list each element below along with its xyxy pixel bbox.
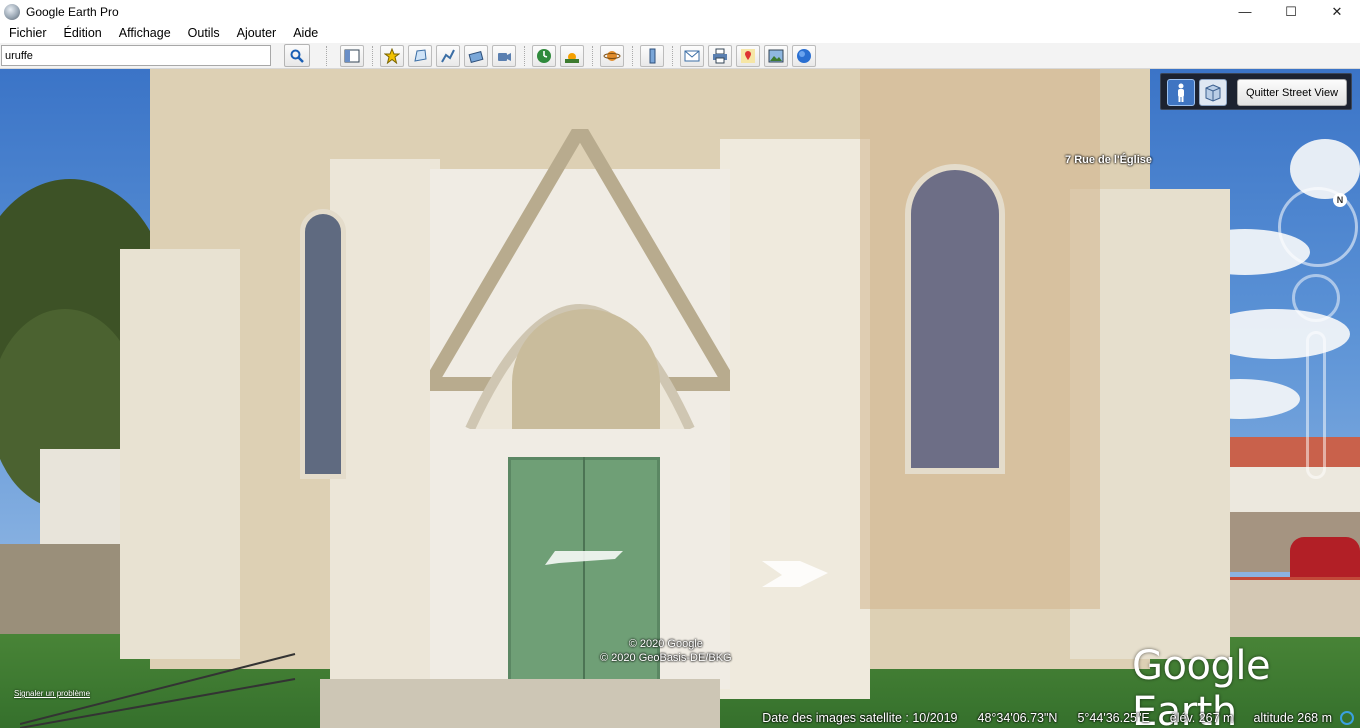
placemark-icon <box>384 48 400 64</box>
street-view-arrow-left[interactable] <box>545 549 625 579</box>
overlay-icon <box>468 50 484 64</box>
latitude-readout: 48°34'06.73"N <box>977 710 1058 725</box>
toolbar-separator <box>632 46 633 66</box>
save-image-button[interactable] <box>764 45 788 67</box>
fence <box>1220 577 1360 637</box>
sunlight-button[interactable] <box>560 45 584 67</box>
menu-affichage[interactable]: Affichage <box>110 26 179 40</box>
menu-edition[interactable]: Édition <box>55 26 110 40</box>
google-earth-app-icon <box>4 3 20 20</box>
tour-icon <box>498 53 511 61</box>
ruler-icon <box>649 48 656 64</box>
google-maps-button[interactable] <box>736 45 760 67</box>
toolbar-separator <box>372 46 373 66</box>
stone-wall <box>0 544 140 634</box>
planets-icon <box>603 51 621 61</box>
window-controls: — ☐ ✕ <box>1222 0 1360 23</box>
add-overlay-button[interactable] <box>464 45 488 67</box>
imagery-date: Date des images satellite : 10/2019 <box>762 710 958 725</box>
record-tour-button[interactable] <box>492 45 516 67</box>
minimize-button[interactable]: — <box>1222 0 1268 23</box>
title-bar: Google Earth Pro — ☐ ✕ <box>0 0 1360 23</box>
sunlight-icon <box>565 53 579 63</box>
elevation-readout: élév. 267 m <box>1169 710 1234 725</box>
toolbar-separator <box>672 46 673 66</box>
menu-ajouter[interactable]: Ajouter <box>228 26 285 40</box>
ground-level-view-button[interactable] <box>1167 79 1195 106</box>
toolbar-separator <box>524 46 525 66</box>
add-polygon-button[interactable] <box>408 45 432 67</box>
add-placemark-button[interactable] <box>380 45 404 67</box>
sidebar-toggle-button[interactable] <box>340 45 364 67</box>
maximize-button[interactable]: ☐ <box>1268 0 1314 23</box>
close-button[interactable]: ✕ <box>1314 0 1360 23</box>
zoom-slider[interactable] <box>1306 331 1326 479</box>
print-button[interactable] <box>708 45 732 67</box>
search-input[interactable] <box>1 45 271 66</box>
planets-button[interactable] <box>600 45 624 67</box>
email-button[interactable] <box>680 45 704 67</box>
path-icon <box>441 49 455 63</box>
print-icon <box>713 48 727 64</box>
menu-aide[interactable]: Aide <box>284 26 326 40</box>
imagery-copyright: © 2020 Google © 2020 GeoBasis-DE/BKG <box>600 637 732 665</box>
toolbar <box>0 43 1360 69</box>
ruler-button[interactable] <box>640 45 664 67</box>
streaming-indicator-icon <box>1340 710 1354 725</box>
stained-glass-window <box>905 164 1005 474</box>
historical-imagery-icon <box>537 49 551 63</box>
toolbar-separator <box>592 46 593 66</box>
church-buttress <box>120 249 240 659</box>
church-pillar <box>720 139 870 699</box>
copyright-geobasis: © 2020 GeoBasis-DE/BKG <box>600 652 732 664</box>
north-indicator[interactable]: N <box>1333 193 1347 207</box>
stained-glass-window <box>300 209 346 479</box>
earth-gallery-icon <box>797 49 811 63</box>
quit-street-view-button[interactable]: Quitter Street View <box>1237 79 1347 106</box>
status-bar: Date des images satellite : 10/2019 48°3… <box>0 707 1360 728</box>
email-icon <box>684 50 700 62</box>
save-image-icon <box>768 49 784 63</box>
menu-fichier[interactable]: Fichier <box>0 26 55 40</box>
search-button[interactable] <box>284 44 310 67</box>
add-path-button[interactable] <box>436 45 460 67</box>
move-joystick[interactable] <box>1292 274 1340 322</box>
toolbar-separator <box>326 46 327 66</box>
historical-imagery-button[interactable] <box>532 45 556 67</box>
church-pillar <box>330 159 440 699</box>
street-view-viewport[interactable]: 7 Rue de l'Église Quitter Street View N … <box>0 69 1360 728</box>
polygon-icon <box>414 49 427 62</box>
menu-bar: Fichier Édition Affichage Outils Ajouter… <box>0 23 1360 43</box>
window-title: Google Earth Pro <box>26 4 119 19</box>
street-view-arrow-right[interactable] <box>760 559 830 589</box>
sidebar-toggle-icon <box>344 49 360 63</box>
menu-outils[interactable]: Outils <box>179 26 228 40</box>
altitude-readout: altitude 268 m <box>1253 710 1332 725</box>
cube-icon <box>1205 83 1221 102</box>
longitude-readout: 5°44'36.25"E <box>1077 710 1150 725</box>
street-view-toolbar: Quitter Street View <box>1160 73 1352 110</box>
report-problem-link[interactable]: Signaler un problème <box>14 689 90 698</box>
google-maps-icon <box>741 49 755 63</box>
pegman-icon <box>1178 83 1184 102</box>
earth-gallery-button[interactable] <box>792 45 816 67</box>
copyright-google: © 2020 Google <box>628 638 703 650</box>
magnifier-icon <box>290 49 304 63</box>
street-view-address: 7 Rue de l'Église <box>1065 154 1152 166</box>
photo-tour-button[interactable] <box>1199 79 1227 106</box>
